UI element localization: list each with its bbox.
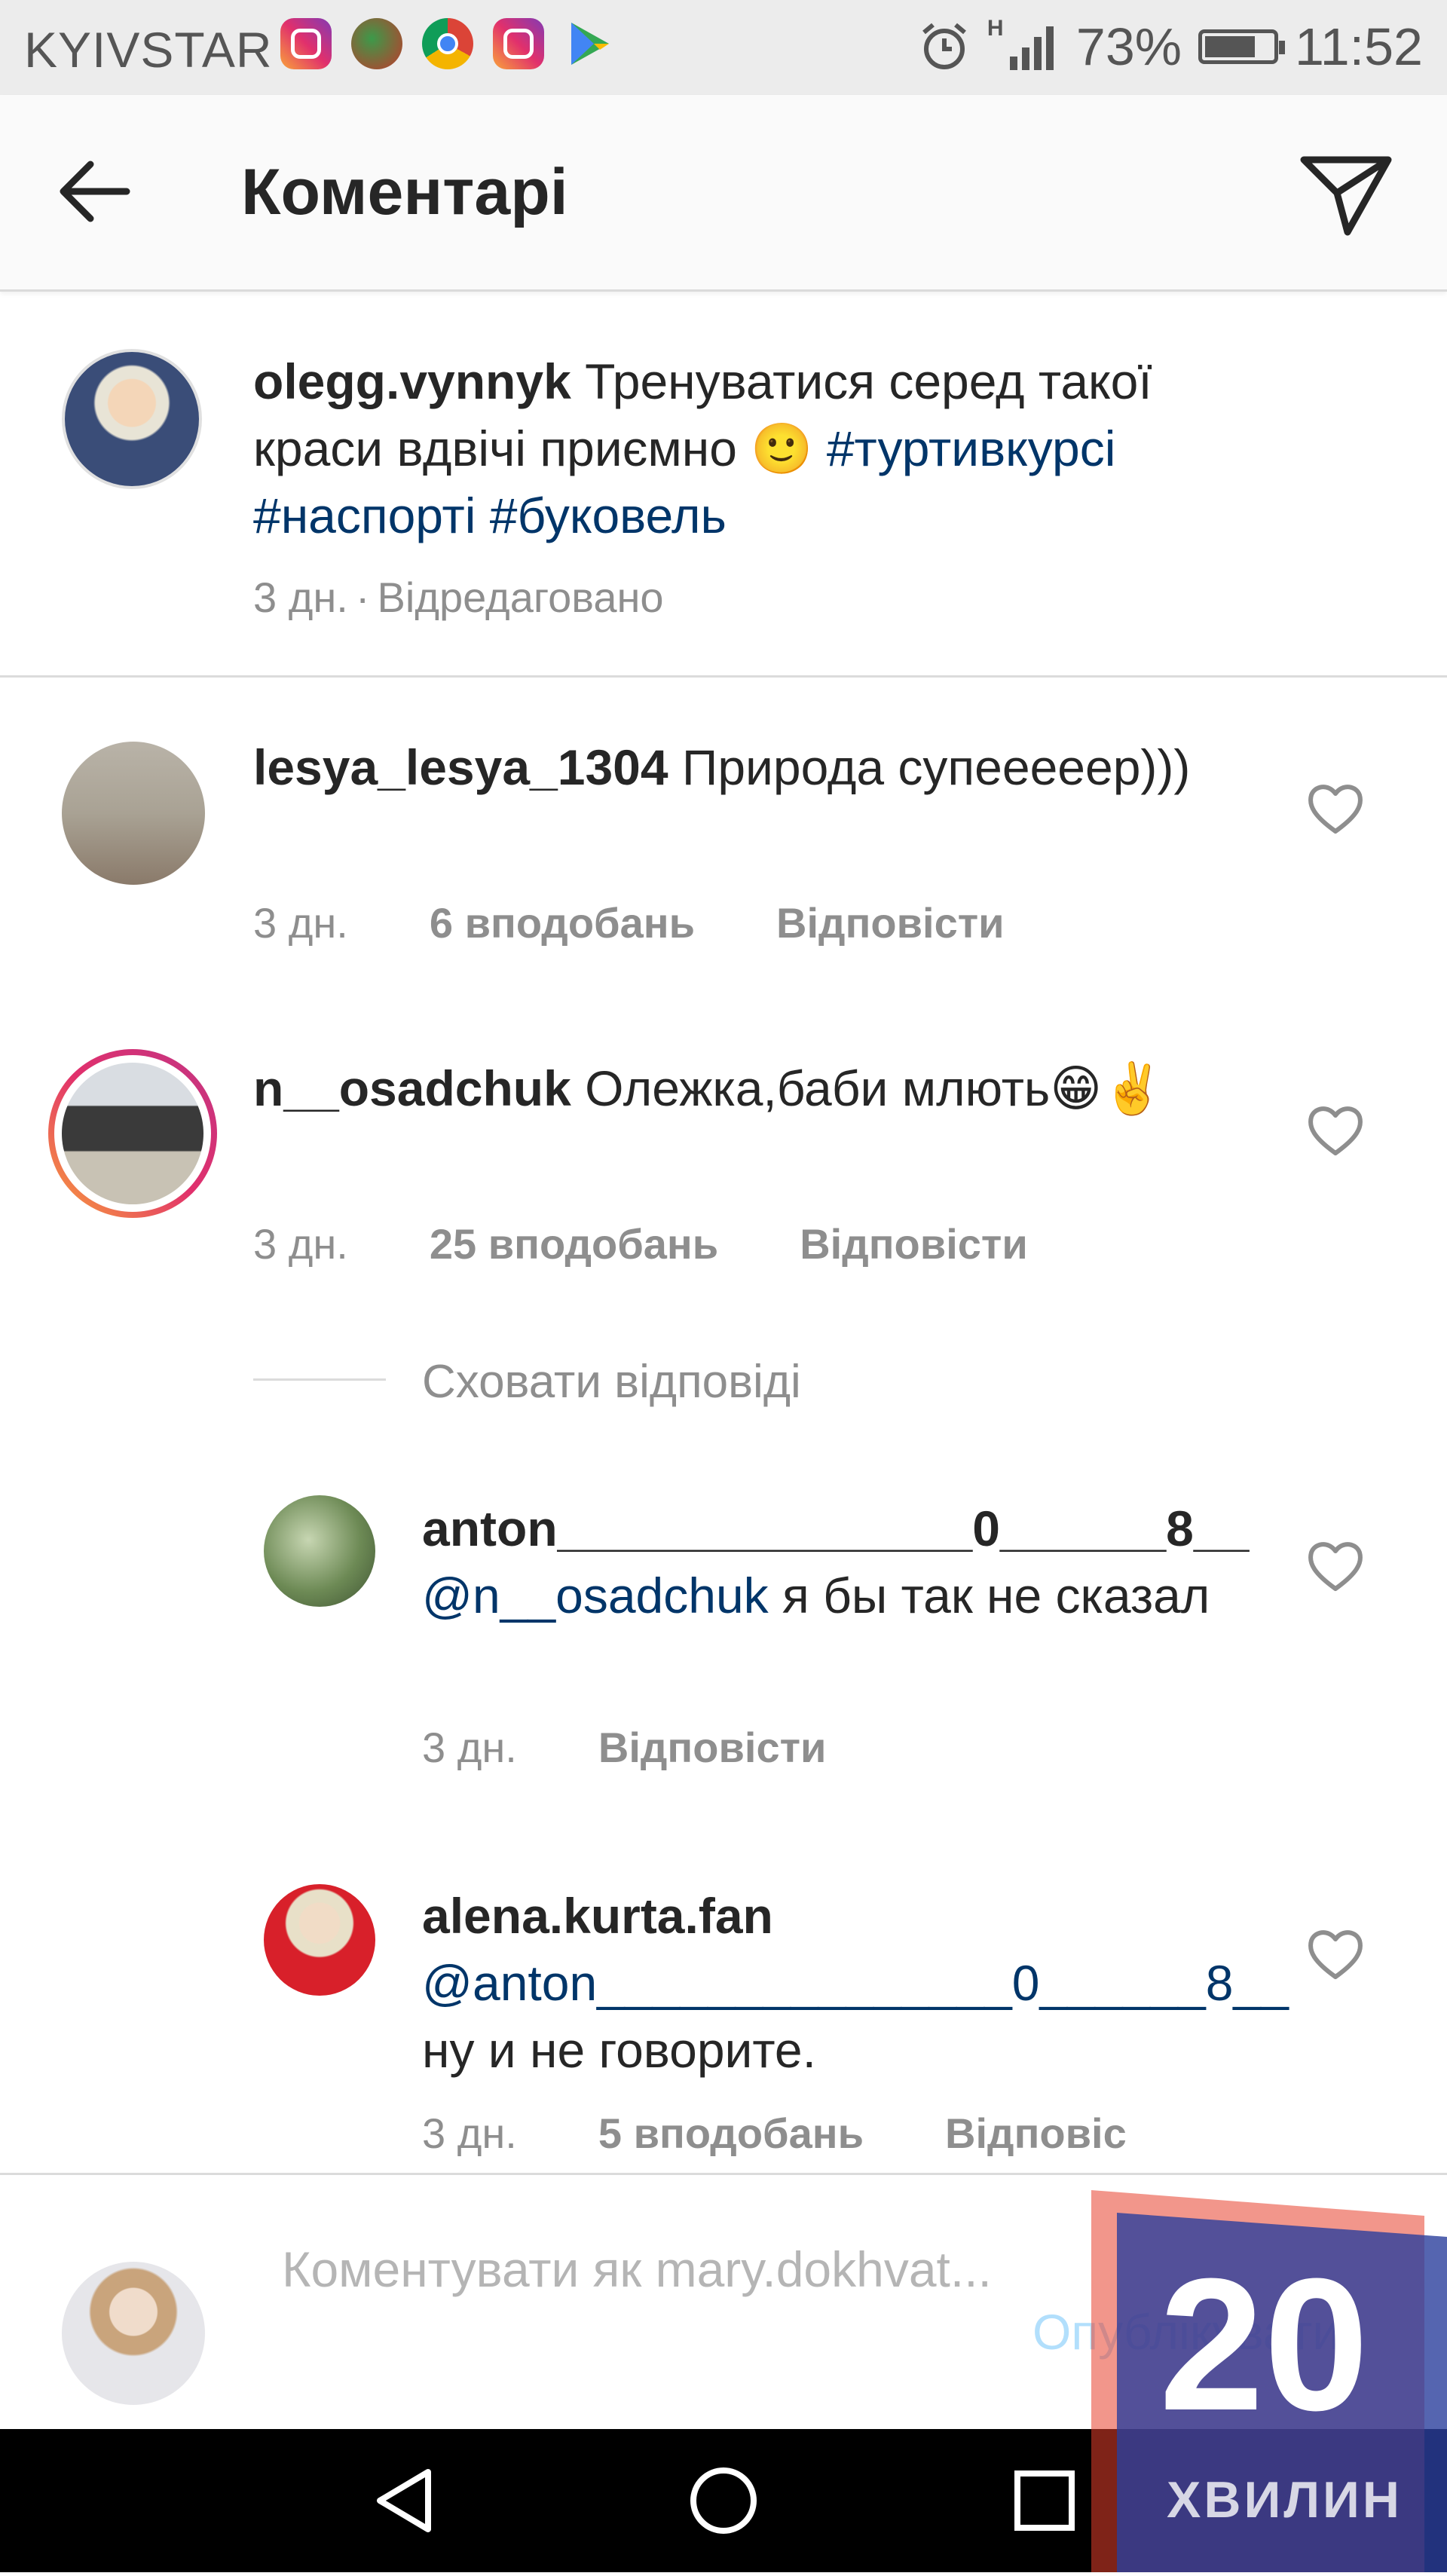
comment-text-block: n__osadchuk Олежка,баби млють😁✌️: [253, 1055, 1293, 1122]
send-icon[interactable]: [1293, 148, 1399, 238]
reply-button[interactable]: Відповісти: [776, 898, 1005, 947]
clock: 11:52: [1295, 17, 1423, 76]
avatar[interactable]: [264, 1495, 375, 1607]
likes-count[interactable]: 25 вподобань: [430, 1219, 718, 1268]
reply-button[interactable]: Відповіс: [945, 2109, 1127, 2158]
comment-meta: 3 дн. 25 вподобань Відповісти: [253, 1219, 1028, 1268]
watermark-logo: 20 ХВИЛИН: [1091, 2190, 1447, 2572]
comment-username[interactable]: lesya_lesya_1304: [253, 739, 668, 795]
reply-time: 3 дн.: [422, 2109, 517, 2157]
heart-icon[interactable]: [1305, 1926, 1366, 1981]
mention-link[interactable]: @n__osadchuk: [422, 1568, 769, 1623]
instagram-icon: [493, 18, 544, 69]
watermark-number: 20: [1159, 2239, 1369, 2449]
reply-text-block: anton_______________0______8__ @n__osadc…: [422, 1495, 1289, 1629]
reply-time: 3 дн.: [422, 1724, 517, 1771]
reply-text: я бы так не сказал: [782, 1568, 1210, 1623]
recents-square-icon[interactable]: [1007, 2463, 1082, 2538]
hashtag-link[interactable]: #наспорті: [253, 488, 476, 543]
avatar[interactable]: [62, 349, 202, 489]
reply-meta: 3 дн. 5 вподобань Відповіс: [422, 2109, 1127, 2158]
carrier-name: KYIVSTAR: [24, 22, 273, 78]
avatar[interactable]: [264, 1884, 375, 1996]
meta-separator: ·: [355, 574, 370, 621]
reply-text: ну и не говорите.: [422, 2022, 816, 2078]
alarm-icon: [922, 23, 966, 69]
reply-meta: 3 дн. Відповісти: [422, 1723, 826, 1772]
divider: [0, 675, 1447, 678]
avatar-story-ring[interactable]: [48, 1049, 217, 1218]
avatar[interactable]: [62, 2262, 205, 2405]
watermark-word: ХВИЛИН: [1167, 2471, 1403, 2529]
edited-label: Відредаговано: [377, 574, 664, 621]
play-store-icon: [571, 23, 609, 65]
page-title: Коментарі: [241, 156, 568, 228]
reply-button[interactable]: Відповісти: [800, 1219, 1028, 1268]
avatar[interactable]: [62, 742, 205, 885]
caption-username[interactable]: olegg.vynnyk: [253, 353, 571, 409]
reply-username[interactable]: alena.kurta.fan: [422, 1888, 773, 1944]
back-triangle-icon[interactable]: [366, 2463, 442, 2538]
heart-icon[interactable]: [1305, 780, 1366, 836]
comment-username[interactable]: n__osadchuk: [253, 1060, 571, 1116]
reply-username[interactable]: anton_______________0______8__: [422, 1501, 1249, 1556]
mention-link[interactable]: @anton_______________0______8__: [422, 1955, 1289, 2011]
status-bar: KYIVSTAR H 73% 11:52: [0, 0, 1447, 95]
caption-meta: 3 дн. · Відредаговано: [253, 573, 664, 622]
back-arrow-icon[interactable]: [51, 154, 142, 229]
chrome-icon: [422, 18, 473, 69]
comment-text-block: lesya_lesya_1304 Природа супееееер))): [253, 734, 1293, 801]
comment-input[interactable]: Коментувати як mary.dokhvat...: [282, 2235, 1020, 2303]
comment-text: Олежка,баби млють😁✌️: [585, 1060, 1164, 1116]
signal-icon: H: [987, 16, 1060, 73]
comment-time: 3 дн.: [253, 1220, 348, 1268]
likes-count[interactable]: 5 вподобань: [598, 2109, 864, 2158]
avatar: [62, 1063, 203, 1204]
app-icon: [351, 18, 402, 69]
comment-text: Природа супееееер))): [681, 739, 1191, 795]
header: Коментарі: [0, 95, 1447, 292]
replies-divider-line: [253, 1378, 386, 1381]
system-status: H 73% 11:52: [918, 16, 1423, 77]
network-type: H: [987, 16, 1004, 41]
home-circle-icon[interactable]: [686, 2463, 761, 2538]
battery-icon: [1198, 29, 1286, 64]
hashtag-link[interactable]: #туртивкурсі: [827, 421, 1116, 476]
hashtag-link[interactable]: #буковель: [490, 488, 727, 543]
notification-icons: [280, 18, 615, 69]
instagram-icon: [280, 18, 332, 69]
heart-icon[interactable]: [1305, 1537, 1366, 1593]
caption-time: 3 дн.: [253, 574, 348, 621]
caption: olegg.vynnyk Тренуватися серед такої кра…: [253, 348, 1293, 549]
reply-button[interactable]: Відповісти: [598, 1723, 827, 1772]
reply-text-block: alena.kurta.fan @anton_______________0__…: [422, 1883, 1289, 2084]
comment-time: 3 дн.: [253, 899, 348, 947]
battery-percent: 73%: [1075, 17, 1182, 76]
comment-meta: 3 дн. 6 вподобань Відповісти: [253, 898, 1005, 947]
heart-icon[interactable]: [1305, 1102, 1366, 1158]
likes-count[interactable]: 6 вподобань: [430, 898, 695, 947]
hide-replies-button[interactable]: Сховати відповіді: [422, 1355, 801, 1409]
